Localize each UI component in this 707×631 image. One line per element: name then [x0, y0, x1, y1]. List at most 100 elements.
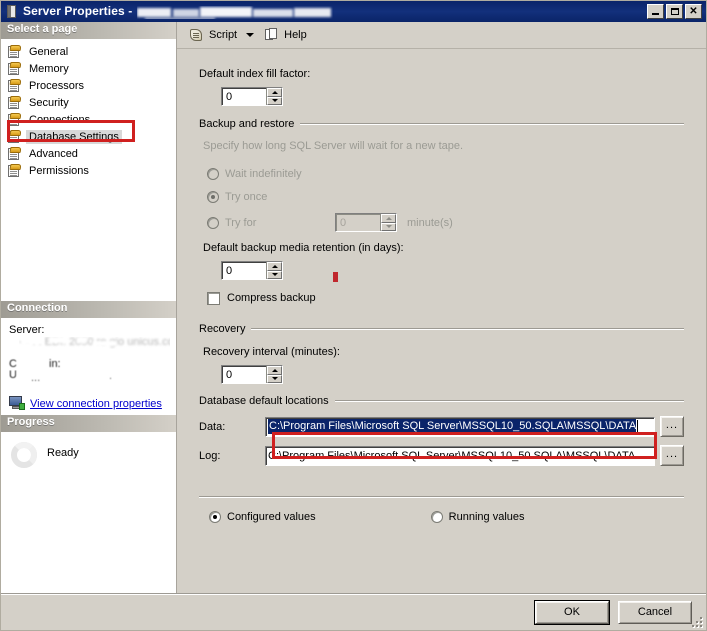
ok-button[interactable]: OK	[534, 599, 610, 625]
page-icon	[7, 62, 22, 76]
stepper-up-icon[interactable]	[267, 366, 282, 375]
log-label: Log:	[199, 449, 221, 462]
backup-hint-text: Specify how long SQL Server will wait fo…	[203, 140, 464, 152]
fill-factor-input[interactable]	[222, 88, 266, 105]
minutes-label: minute(s)	[407, 216, 453, 229]
group-divider	[300, 123, 684, 125]
fill-factor-label: Default index fill factor:	[199, 68, 311, 80]
log-browse-button[interactable]: ...	[660, 445, 684, 466]
close-icon: ✕	[689, 5, 698, 17]
connection-panel: Server: - - . . EDI. 2050 re gio unicus.…	[1, 318, 176, 415]
values-selection-row: Configured values Running values	[199, 510, 684, 524]
stepper-arrows[interactable]	[266, 366, 282, 383]
stepper-down-icon[interactable]	[381, 222, 396, 231]
log-path-row: Log: C:\Program Files\Microsoft SQL Serv…	[199, 445, 684, 466]
help-label: Help	[284, 29, 307, 41]
page-icon	[7, 45, 22, 59]
sidebar-item-advanced[interactable]: Advanced	[5, 146, 176, 162]
retention-stepper[interactable]	[221, 261, 283, 280]
log-path-value: C:\Program Files\Microsoft SQL Server\MS…	[268, 449, 636, 462]
window-title-text: Server Properties -	[23, 4, 136, 19]
stepper-down-icon[interactable]	[267, 374, 282, 383]
compress-backup-row[interactable]: Compress backup	[207, 291, 684, 305]
recovery-interval-stepper[interactable]	[221, 365, 283, 384]
sidebar-item-label: Security	[29, 97, 69, 109]
sidebar-item-label: Database Settings	[26, 130, 122, 144]
values-divider	[199, 496, 684, 498]
stepper-up-icon[interactable]	[267, 88, 282, 97]
connection-header: Connection	[1, 301, 176, 318]
minimize-button[interactable]	[647, 4, 664, 19]
wait-indefinitely-radio-row[interactable]: Wait indefinitely	[207, 167, 684, 181]
stepper-up-icon[interactable]	[267, 262, 282, 271]
dialog-body: Select a page General Memory Processors	[1, 22, 706, 593]
fill-factor-stepper[interactable]	[221, 87, 283, 106]
wait-indefinitely-radio[interactable]	[207, 168, 219, 180]
try-for-stepper[interactable]	[335, 213, 397, 232]
recovery-interval-input[interactable]	[222, 366, 266, 383]
retention-input[interactable]	[222, 262, 266, 279]
group-divider	[251, 328, 684, 330]
text-caret	[637, 419, 639, 434]
close-button[interactable]: ✕	[685, 4, 702, 19]
page-icon	[7, 164, 22, 178]
stepper-up-icon[interactable]	[381, 214, 396, 223]
script-dropdown-chevron-down-icon[interactable]	[246, 33, 255, 37]
compress-backup-label: Compress backup	[227, 292, 316, 304]
help-button[interactable]: Help	[261, 25, 311, 45]
cancel-button[interactable]: Cancel	[618, 600, 692, 624]
sidebar-item-memory[interactable]: Memory	[5, 61, 176, 77]
view-connection-properties-link[interactable]: View connection properties	[30, 398, 162, 410]
page-icon	[7, 79, 22, 93]
window-controls: ✕	[647, 4, 704, 19]
sidebar-item-label: Connections	[29, 114, 91, 126]
group-divider	[334, 400, 684, 402]
connection-user-value: U ... .	[9, 370, 113, 383]
data-browse-button[interactable]: ...	[660, 416, 684, 437]
sidebar-item-label: Memory	[29, 63, 69, 75]
stepper-down-icon[interactable]	[267, 96, 282, 105]
try-once-radio[interactable]	[207, 191, 219, 203]
running-values-radio[interactable]	[430, 511, 443, 523]
dialog-footer: OK Cancel	[1, 593, 706, 630]
sidebar-item-permissions[interactable]: Permissions	[5, 163, 176, 179]
page-icon	[7, 130, 22, 144]
window-title: Server Properties -	[23, 4, 333, 19]
try-once-radio-row[interactable]: Try once	[207, 190, 684, 204]
sidebar-item-security[interactable]: Security	[5, 95, 176, 111]
stepper-arrows[interactable]	[380, 214, 396, 231]
db-locations-group-label: Database default locations	[199, 395, 329, 407]
sidebar-item-processors[interactable]: Processors	[5, 78, 176, 94]
sidebar-item-label: Advanced	[29, 148, 78, 160]
try-once-label: Try once	[225, 191, 268, 203]
configured-values-radio[interactable]	[209, 511, 221, 523]
connection-server-label: Server:	[9, 324, 45, 336]
stepper-down-icon[interactable]	[267, 270, 282, 279]
sidebar-item-general[interactable]: General	[5, 44, 176, 60]
data-path-field[interactable]: C:\Program Files\Microsoft SQL Server\MS…	[265, 416, 655, 437]
view-connection-properties-row[interactable]: View connection properties	[9, 396, 170, 411]
sidebar-item-connections[interactable]: Connections	[5, 112, 176, 128]
recovery-group: Recovery	[199, 323, 684, 335]
resize-grip[interactable]	[692, 617, 704, 629]
database-settings-pane: Default index fill factor: Backup and re…	[177, 49, 706, 593]
backup-group-label: Backup and restore	[199, 118, 295, 130]
page-list-panel: General Memory Processors Security Conne…	[1, 39, 176, 301]
script-label: Script	[209, 29, 238, 41]
wait-indefinitely-label: Wait indefinitely	[225, 168, 302, 180]
script-button[interactable]: Script	[185, 25, 241, 45]
try-for-radio[interactable]	[207, 216, 219, 229]
log-path-field[interactable]: C:\Program Files\Microsoft SQL Server\MS…	[265, 445, 655, 466]
maximize-button[interactable]	[666, 4, 683, 19]
stepper-arrows[interactable]	[266, 262, 282, 279]
compress-backup-checkbox[interactable]	[207, 291, 220, 305]
sidebar-item-label: Processors	[29, 80, 85, 92]
stepper-arrows[interactable]	[266, 88, 282, 105]
try-for-radio-row[interactable]: Try for minute(s)	[207, 213, 684, 232]
running-values-radio-row[interactable]: Running values	[430, 510, 525, 524]
backup-and-restore-group: Backup and restore	[199, 118, 684, 130]
try-for-input[interactable]	[336, 214, 380, 231]
sidebar-item-database-settings[interactable]: Database Settings	[5, 129, 176, 145]
configured-values-radio-row[interactable]: Configured values	[209, 510, 316, 524]
title-bar: Server Properties - ✕	[1, 1, 706, 22]
